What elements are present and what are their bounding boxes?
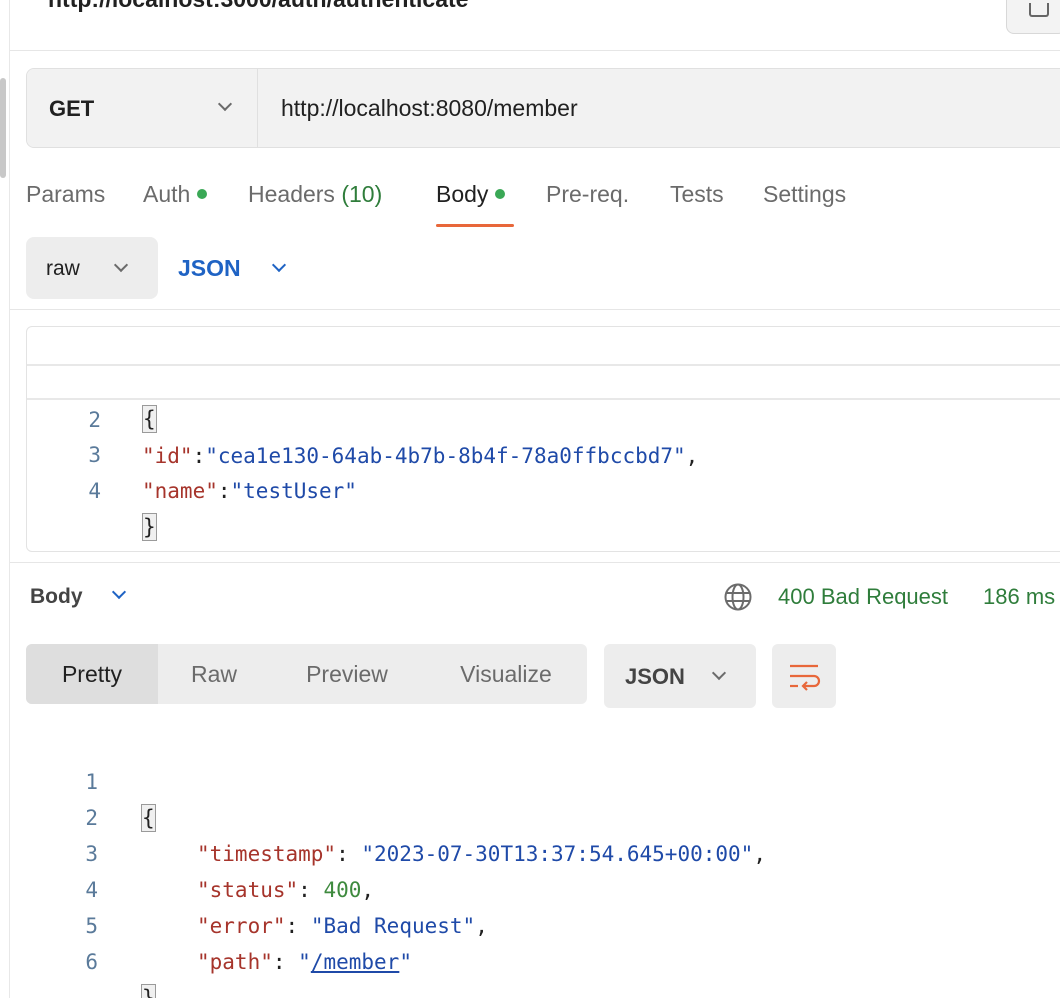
json-string: "testUser" — [230, 479, 357, 503]
tab-label: Tests — [670, 181, 724, 207]
url-input[interactable] — [259, 69, 1060, 147]
brace: } — [142, 513, 157, 541]
body-mode-select[interactable]: raw — [26, 237, 158, 299]
response-format-select[interactable]: JSON — [604, 644, 756, 708]
code-line: 5 "path": "/member" — [26, 872, 1060, 974]
wrap-lines-button[interactable] — [772, 644, 836, 708]
tab-auth[interactable]: Auth — [143, 181, 208, 208]
wrap-lines-icon — [790, 664, 821, 691]
view-tab-raw[interactable]: Raw — [158, 644, 270, 704]
path-link[interactable]: /member — [311, 950, 400, 974]
active-dot-icon — [495, 188, 506, 199]
code-line: 3 "status": 400, — [26, 800, 1060, 902]
divider — [10, 50, 1060, 51]
tab-label: Body — [436, 181, 489, 207]
code-line: 1 { — [26, 728, 1060, 832]
tab-label: Pre-req. — [546, 181, 630, 207]
left-scrollbar[interactable] — [0, 78, 6, 178]
body-format-label: JSON — [178, 255, 241, 281]
line-number: 4 — [88, 479, 101, 503]
divider — [10, 309, 1060, 310]
chevron-down-icon — [271, 257, 287, 273]
view-tab-visualize[interactable]: Visualize — [436, 644, 576, 704]
response-status[interactable]: 400 Bad Request — [778, 584, 948, 610]
code-line: 4 "error": "Bad Request", — [26, 836, 1060, 938]
globe-icon[interactable] — [723, 582, 753, 612]
response-time[interactable]: 186 ms — [983, 584, 1055, 610]
headers-count: (10) — [341, 181, 383, 207]
chevron-down-icon — [113, 257, 129, 273]
response-body-label: Body — [30, 585, 83, 608]
tab-label: Headers — [248, 181, 335, 207]
method-label: GET — [49, 96, 95, 121]
chevron-down-icon — [111, 584, 127, 600]
code-line: 2 "timestamp": "2023-07-30T13:37:54.645+… — [26, 764, 1060, 866]
view-tab-pretty[interactable]: Pretty — [26, 644, 158, 704]
view-tab-preview[interactable]: Preview — [282, 644, 412, 704]
chevron-down-icon — [217, 96, 233, 112]
request-body-editor[interactable]: 1 { 2 "id":"cea1e130-64ab-4b7b-8b4f-78a0… — [26, 326, 1060, 552]
tab-label: Params — [26, 181, 106, 207]
body-format-select[interactable]: JSON — [178, 237, 308, 299]
response-body-select[interactable]: Body — [30, 580, 140, 614]
chevron-down-icon — [711, 665, 727, 681]
response-view-tabs: Pretty Raw Preview Visualize — [26, 644, 587, 704]
code-line: 3 "name":"testUser" — [27, 401, 1060, 503]
tab-label: Settings — [763, 181, 847, 207]
code-line-active: 2 "id":"cea1e130-64ab-4b7b-8b4f-78a0ffbc… — [27, 364, 1060, 468]
json-key: "name" — [142, 479, 218, 503]
punct: : — [217, 479, 231, 503]
json-quote: " — [399, 950, 412, 974]
tab-tests[interactable]: Tests — [670, 181, 724, 208]
active-tab-indicator — [436, 224, 514, 227]
tab-params[interactable]: Params — [26, 181, 105, 208]
json-quote: " — [298, 950, 311, 974]
line-number: 6 — [85, 950, 98, 974]
tab-settings[interactable]: Settings — [763, 181, 846, 208]
tab-body[interactable]: Body — [436, 181, 506, 208]
code-line: 4 } — [27, 437, 1060, 541]
app-window: http://localhost:3000/auth/authenticate … — [0, 0, 1060, 998]
active-dot-icon — [197, 188, 208, 199]
tab-headers[interactable]: Headers (10) — [248, 181, 382, 208]
save-button[interactable] — [1006, 0, 1060, 34]
divider — [10, 562, 1060, 563]
brace: } — [141, 984, 156, 998]
punct: : — [272, 950, 299, 974]
response-body-viewer[interactable]: 1 { 2 "timestamp": "2023-07-30T13:37:54.… — [26, 728, 1060, 998]
save-icon — [1029, 3, 1049, 17]
tab-pre-request[interactable]: Pre-req. — [546, 181, 629, 208]
code-line: 6 } — [26, 908, 1060, 998]
json-key: "path" — [197, 950, 273, 974]
request-title[interactable]: http://localhost:3000/auth/authenticate — [48, 0, 468, 13]
left-divider — [9, 0, 10, 998]
tab-label: Auth — [143, 181, 191, 207]
response-format-label: JSON — [625, 664, 685, 689]
method-select[interactable]: GET — [27, 69, 258, 147]
body-mode-label: raw — [46, 257, 80, 280]
url-bar: GET — [26, 68, 1060, 148]
code-line: 1 { — [27, 329, 1060, 433]
